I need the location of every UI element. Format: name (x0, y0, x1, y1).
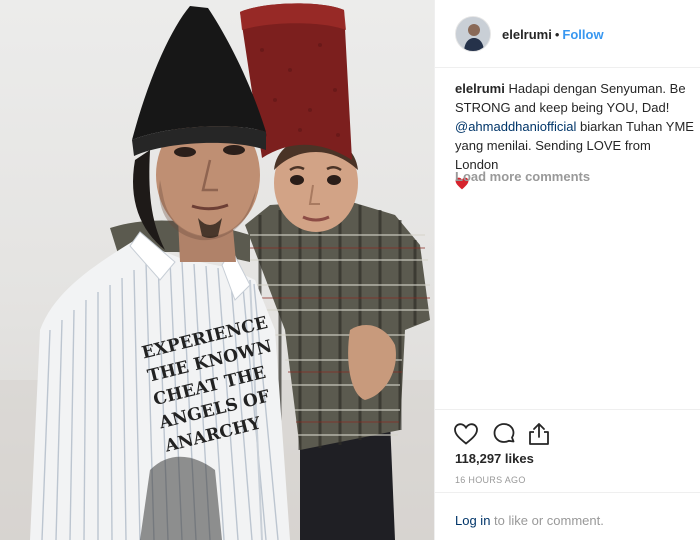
login-prompt-text: to like or comment. (494, 513, 604, 528)
caption-username[interactable]: elelrumi (455, 81, 505, 96)
username-link[interactable]: elelrumi (502, 27, 552, 42)
login-link[interactable]: Log in (455, 513, 490, 528)
share-icon[interactable] (526, 421, 552, 447)
post-header: elelrumi • Follow (435, 0, 700, 68)
avatar[interactable] (455, 16, 491, 52)
actions-section: 118,297 likes 16 HOURS AGO Log in to lik… (435, 409, 700, 540)
adult-figure (30, 6, 290, 540)
caption-mention[interactable]: @ahmaddhaniofficial (455, 119, 576, 134)
comment-footer: Log in to like or comment. (435, 492, 700, 541)
likes-count[interactable]: 118,297 likes (455, 451, 534, 466)
photo-illustration: EXPERIENCETHE KNOWNCHEAT THEANGELS OFANA… (0, 3, 434, 540)
post-photo[interactable]: EXPERIENCE THE KNOWN CHEAT THE ANGELS OF ANA… (0, 0, 434, 540)
follow-button[interactable]: Follow (562, 27, 603, 42)
like-heart-icon[interactable] (453, 421, 479, 447)
post-timestamp[interactable]: 16 HOURS AGO (455, 475, 526, 485)
footer-line: Log in to like or comment. (455, 513, 604, 528)
avatar-photo (456, 17, 490, 51)
comment-icon[interactable] (491, 421, 517, 447)
post-sidebar: elelrumi • Follow elelrumi Hadapi dengan S… (434, 0, 700, 540)
header-line: elelrumi • Follow (502, 27, 604, 42)
instagram-post: EXPERIENCE THE KNOWN CHEAT THE ANGELS OF ANA… (0, 0, 700, 540)
load-more-comments-button[interactable]: Load more comments (455, 169, 590, 184)
separator-dot: • (554, 27, 560, 42)
